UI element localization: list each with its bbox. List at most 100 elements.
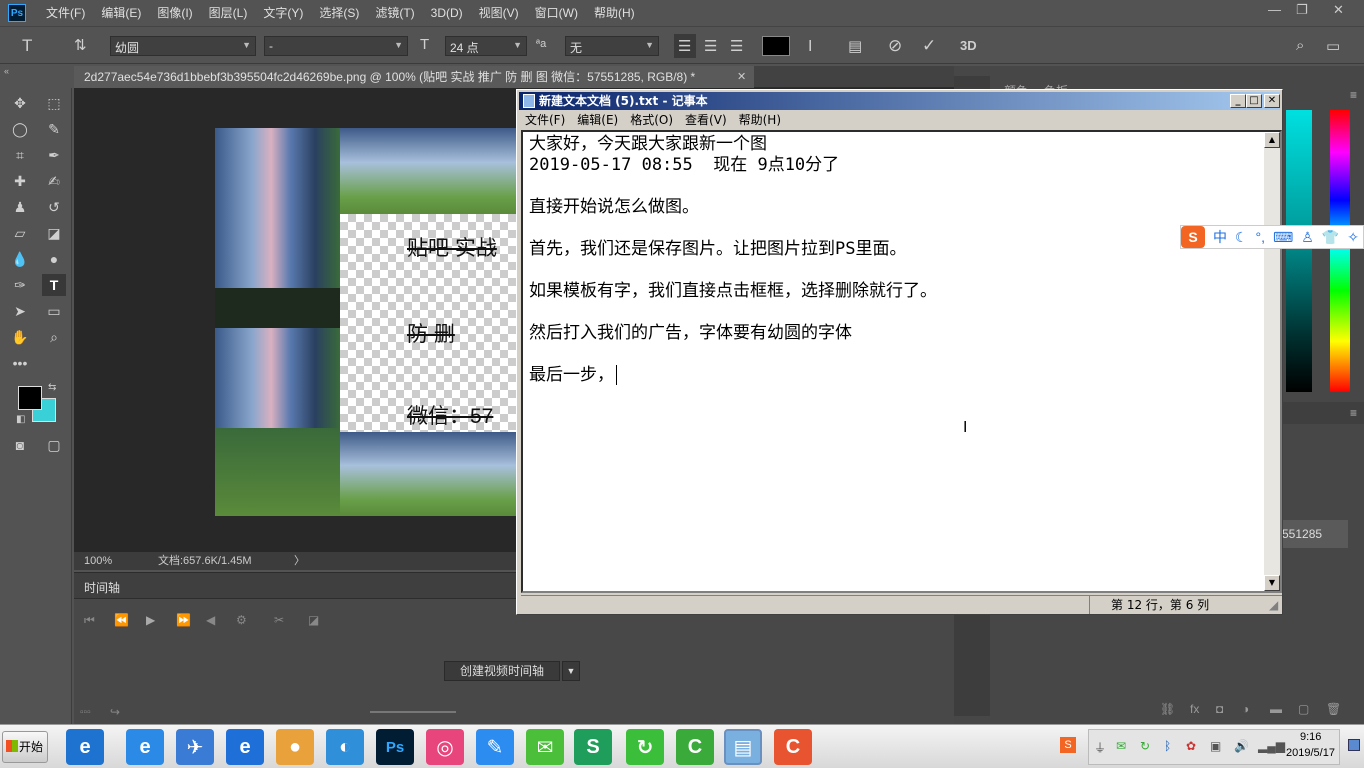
- text-color-swatch[interactable]: [762, 36, 790, 56]
- ime-mode[interactable]: 中: [1213, 227, 1227, 247]
- history-brush-tool-icon[interactable]: ↺: [42, 196, 66, 218]
- wechat-icon[interactable]: ✉: [526, 729, 564, 765]
- hue-slider[interactable]: [1330, 110, 1350, 392]
- resize-grip-icon[interactable]: ◢: [1269, 596, 1278, 614]
- convert-icon[interactable]: ↪: [110, 705, 120, 719]
- scroll-down-icon[interactable]: ▼: [1264, 575, 1280, 591]
- default-colors-icon[interactable]: ◧: [16, 414, 25, 425]
- refresh-tray-icon[interactable]: ↻: [1140, 739, 1150, 753]
- align-center-icon[interactable]: ☰: [704, 37, 717, 55]
- antialias-select[interactable]: 无 ▼: [565, 36, 659, 56]
- photoshop-logo-icon[interactable]: Ps: [8, 4, 26, 22]
- menu-3d[interactable]: 3D(D): [423, 0, 471, 26]
- menu-window[interactable]: 窗口(W): [527, 0, 586, 26]
- clock-date[interactable]: 2019/5/17: [1286, 747, 1335, 759]
- clock-time[interactable]: 9:16: [1300, 731, 1321, 743]
- menu-image[interactable]: 图像(I): [149, 0, 200, 26]
- feishu-icon[interactable]: ✈: [176, 729, 214, 765]
- add-mask-icon[interactable]: ◘: [1216, 702, 1223, 716]
- skin-icon[interactable]: 👕: [1322, 229, 1339, 246]
- sogou-tray-icon[interactable]: S: [1060, 737, 1076, 753]
- notepad-menu-format[interactable]: 格式(O): [624, 111, 679, 129]
- timeline-title[interactable]: 时间轴: [84, 579, 120, 596]
- notepad-close-icon[interactable]: ✕: [1264, 94, 1280, 108]
- meitu-icon[interactable]: ◎: [426, 729, 464, 765]
- rectangle-tool-icon[interactable]: ▭: [42, 300, 66, 322]
- swap-colors-icon[interactable]: ⇆: [48, 382, 56, 393]
- marquee-tool-icon[interactable]: ⬚: [42, 92, 66, 114]
- notepad-titlebar[interactable]: 新建文本文档 (5).txt - 记事本 _ □ ✕: [519, 92, 1280, 110]
- zoom-slider[interactable]: [370, 711, 456, 713]
- notepad-vscrollbar[interactable]: ▲ ▼: [1264, 132, 1280, 591]
- notepad-menu-edit[interactable]: 编辑(E): [571, 111, 624, 129]
- pen-tool-icon[interactable]: ✑: [8, 274, 32, 296]
- notepad-icon[interactable]: ▤: [724, 729, 762, 765]
- paint-bucket-tool-icon[interactable]: ◪: [42, 222, 66, 244]
- brush-tool-icon[interactable]: ✍: [42, 170, 66, 192]
- delete-layer-icon[interactable]: 🗑: [1326, 702, 1341, 716]
- notepad-menu-view[interactable]: 查看(V): [679, 111, 733, 129]
- link-layers-icon[interactable]: ⛓: [1160, 702, 1175, 716]
- keyboard-icon[interactable]: ⌨: [1273, 229, 1293, 246]
- scissors-icon[interactable]: ✂: [274, 613, 284, 627]
- volume-icon[interactable]: 🔊: [1234, 739, 1249, 753]
- new-group-icon[interactable]: ▬: [1270, 702, 1282, 716]
- edge-icon[interactable]: e: [226, 729, 264, 765]
- browser-icon[interactable]: ●: [276, 729, 314, 765]
- chevron-down-icon[interactable]: ▼: [562, 661, 580, 681]
- eyedropper-tool-icon[interactable]: ✒: [42, 144, 66, 166]
- notepad-maximize-icon[interactable]: □: [1246, 94, 1262, 108]
- transition-icon[interactable]: ◪: [308, 613, 319, 627]
- zoom-level[interactable]: 100%: [84, 552, 112, 570]
- canvas-text-line-2[interactable]: 防 删: [407, 318, 455, 348]
- menu-file[interactable]: 文件(F): [38, 0, 93, 26]
- panel-menu-icon[interactable]: ≡: [1350, 406, 1357, 420]
- next-frame-icon[interactable]: ⏩: [176, 613, 191, 627]
- close-tab-icon[interactable]: ✕: [737, 70, 746, 83]
- stamp-tool-icon[interactable]: ♟: [8, 196, 32, 218]
- healing-tool-icon[interactable]: ✚: [8, 170, 32, 192]
- character-panel-icon[interactable]: ▤: [848, 37, 862, 55]
- prev-frame-icon[interactable]: ⏪: [114, 613, 129, 627]
- canvas-text-line-1[interactable]: 贴吧 实战: [407, 232, 497, 262]
- notepad-menu-help[interactable]: 帮助(H): [733, 111, 787, 129]
- workspace-icon[interactable]: ▭: [1326, 37, 1340, 55]
- play-icon[interactable]: ▶: [146, 613, 155, 627]
- first-frame-icon[interactable]: ⏮: [84, 613, 95, 628]
- align-right-icon[interactable]: ☰: [730, 37, 743, 55]
- menu-filter[interactable]: 滤镜(T): [367, 0, 422, 26]
- ie-icon-2[interactable]: e: [126, 729, 164, 765]
- sogou-logo-icon[interactable]: S: [1181, 226, 1205, 248]
- zoom-tool-icon[interactable]: ⌕: [42, 326, 66, 348]
- user-icon[interactable]: ♙: [1301, 229, 1314, 246]
- minimize-icon[interactable]: —: [1268, 2, 1281, 17]
- network-icon[interactable]: ▂▄▆: [1258, 739, 1285, 753]
- document-tab[interactable]: 2d277aec54e736d1bbebf3b395504fc2d46269be…: [74, 66, 754, 88]
- more-tools-icon[interactable]: •••: [8, 352, 32, 374]
- wrench-icon[interactable]: ✧: [1347, 229, 1359, 246]
- eraser-tool-icon[interactable]: ▱: [8, 222, 32, 244]
- canvas-text-line-3[interactable]: 微信：57: [407, 400, 493, 430]
- menu-type[interactable]: 文字(Y): [255, 0, 311, 26]
- status-arrow-icon[interactable]: 〉: [294, 552, 305, 570]
- start-button[interactable]: 开始: [2, 731, 48, 763]
- hand-tool-icon[interactable]: ✋: [8, 326, 32, 348]
- path-select-tool-icon[interactable]: ➤: [8, 300, 32, 322]
- menu-layer[interactable]: 图层(L): [201, 0, 256, 26]
- pen-app-icon[interactable]: ✎: [476, 729, 514, 765]
- refresh-app-icon[interactable]: ↻: [626, 729, 664, 765]
- move-tool-icon[interactable]: ✥: [8, 92, 32, 114]
- camtasia-icon[interactable]: C: [676, 729, 714, 765]
- crop-tool-icon[interactable]: ⌗: [8, 144, 32, 166]
- font-size-select[interactable]: 24 点 ▼: [445, 36, 527, 56]
- foreground-color-swatch[interactable]: [18, 386, 42, 410]
- device-tray-icon[interactable]: ▣: [1210, 739, 1221, 753]
- cancel-icon[interactable]: ⊘: [888, 36, 902, 56]
- document-image[interactable]: 贴吧 实战 防 删 微信：57: [215, 128, 518, 516]
- align-left-button[interactable]: ☰: [674, 34, 696, 58]
- moon-icon[interactable]: ☾: [1235, 229, 1248, 246]
- audio-icon[interactable]: ◀: [206, 613, 215, 627]
- show-desktop-icon[interactable]: [1348, 739, 1360, 751]
- new-layer-icon[interactable]: ▢: [1298, 702, 1309, 716]
- restore-icon[interactable]: ❐: [1296, 2, 1308, 18]
